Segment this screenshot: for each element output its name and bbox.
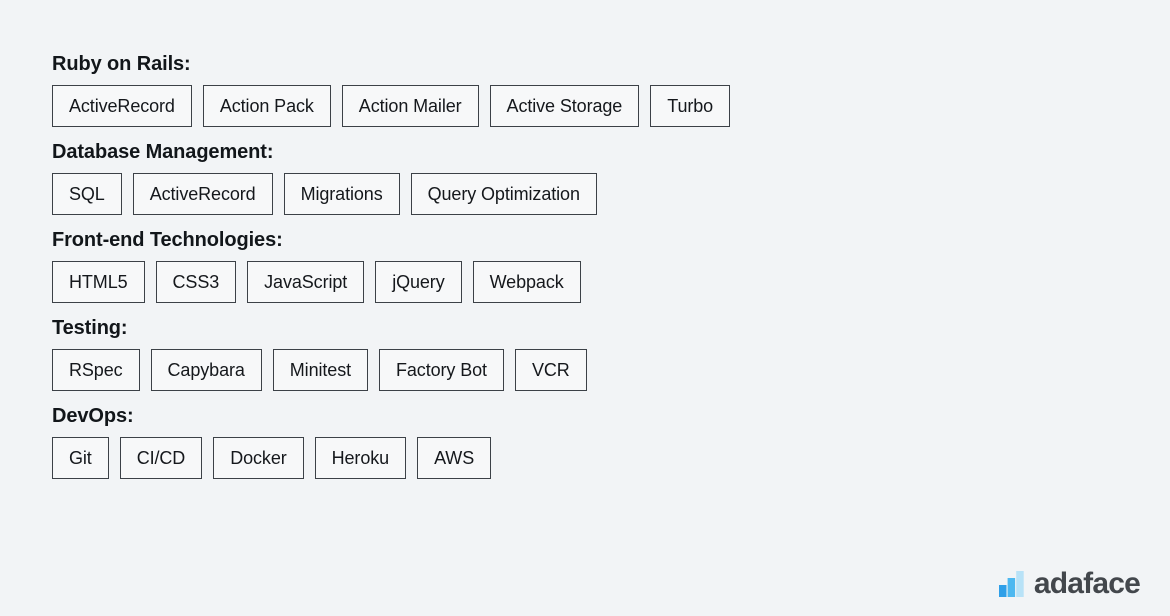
skill-chip[interactable]: Docker: [213, 437, 304, 479]
logo-bar-1: [998, 585, 1007, 597]
skill-chip[interactable]: Factory Bot: [379, 349, 504, 391]
skill-chip[interactable]: Turbo: [650, 85, 731, 127]
skill-chip-row: ActiveRecord Action Pack Action Mailer Acti…: [52, 85, 1170, 127]
skill-chip[interactable]: HTML5: [52, 261, 145, 303]
skill-chip-row: Git CI/CD Docker Heroku AWS: [52, 437, 1170, 479]
skill-chip[interactable]: ActiveRecord: [132, 173, 273, 215]
skill-chip[interactable]: Capybara: [150, 349, 262, 391]
section-heading: Testing:: [52, 317, 128, 339]
logo-bar-2: [1007, 578, 1015, 597]
skill-chip[interactable]: Query Optimization: [410, 173, 597, 215]
skill-chip[interactable]: CSS3: [155, 261, 237, 303]
skills-panel: Ruby on Rails: ActiveRecord Action Pack Act…: [52, 52, 1170, 616]
skill-chip[interactable]: Git: [52, 437, 109, 479]
skill-section: Database Management: SQL ActiveRecord Migra…: [52, 140, 1170, 215]
skill-chip[interactable]: JavaScript: [247, 261, 365, 303]
skill-chip[interactable]: SQL: [52, 173, 122, 215]
skill-chip-row: RSpec Capybara Minitest Factory Bot VCR: [52, 349, 1170, 391]
adaface-logo: adaface: [998, 567, 1141, 600]
skill-chip[interactable]: Action Mailer: [341, 85, 479, 127]
logo-bar-3: [1016, 571, 1024, 597]
skill-chip[interactable]: Migrations: [283, 173, 400, 215]
skill-chip[interactable]: ActiveRecord: [52, 85, 192, 127]
skill-chip[interactable]: VCR: [514, 349, 587, 391]
bar-chart-logo-icon: [998, 571, 1024, 597]
section-heading: Front-end Technologies:: [52, 229, 283, 251]
skill-chip[interactable]: Minitest: [272, 349, 368, 391]
skill-chip[interactable]: CI/CD: [119, 437, 203, 479]
adaface-wordmark: adaface: [1033, 567, 1141, 600]
skill-chip[interactable]: Action Pack: [202, 85, 331, 127]
section-heading: DevOps:: [52, 405, 134, 427]
section-heading: Ruby on Rails:: [52, 53, 191, 75]
skill-chip[interactable]: AWS: [417, 437, 492, 479]
skill-section: Front-end Technologies: HTML5 CSS3 JavaScri…: [52, 228, 1170, 303]
skill-chip[interactable]: Heroku: [314, 437, 407, 479]
skill-chip[interactable]: Active Storage: [489, 85, 640, 127]
section-heading: Database Management:: [52, 141, 274, 163]
skill-section: Ruby on Rails: ActiveRecord Action Pack Act…: [52, 52, 1170, 127]
skill-chip[interactable]: RSpec: [52, 349, 140, 391]
skill-chip[interactable]: Webpack: [472, 261, 581, 303]
skill-chip-row: SQL ActiveRecord Migrations Query Optimizat…: [52, 173, 1170, 215]
skill-chip-row: HTML5 CSS3 JavaScript jQuery Webpack: [52, 261, 1170, 303]
skill-section: Testing: RSpec Capybara Minitest Factory Bot…: [52, 316, 1170, 391]
skill-chip[interactable]: jQuery: [375, 261, 462, 303]
skill-section: DevOps: Git CI/CD Docker Heroku AWS: [52, 404, 1170, 479]
